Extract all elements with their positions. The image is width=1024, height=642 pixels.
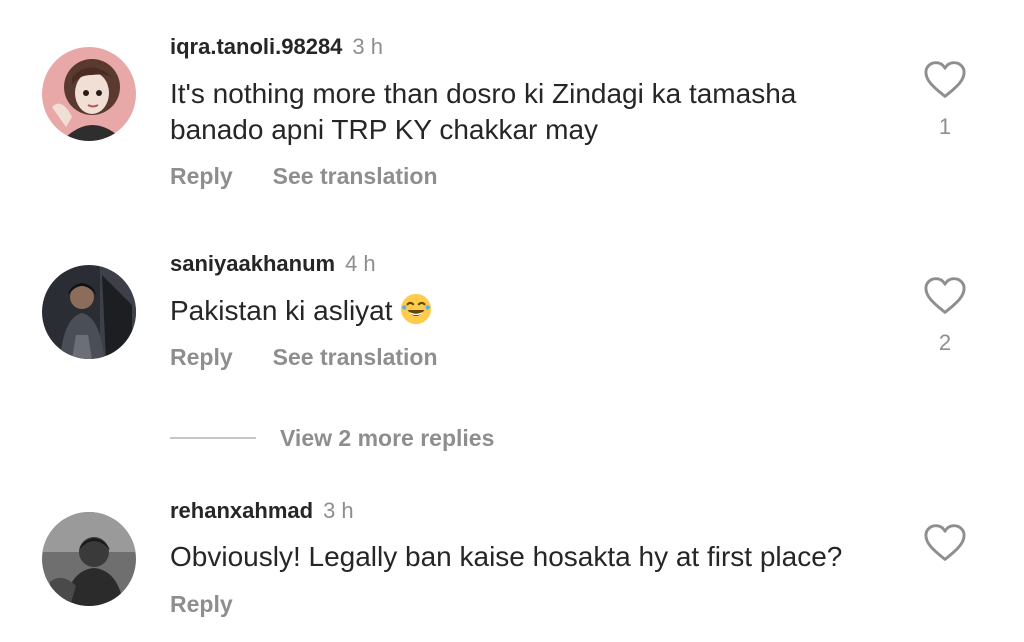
comment-text: Obviously! Legally ban kaise hosakta hy … — [170, 539, 890, 575]
username-text[interactable]: rehanxahmad — [170, 498, 313, 523]
comment-item: rehanxahmad 3 h Obviously! Legally ban ka… — [0, 0, 1024, 642]
comment-username[interactable]: rehanxahmad 3 h — [170, 498, 354, 524]
avatar[interactable] — [42, 512, 136, 606]
reply-button[interactable]: Reply — [170, 591, 233, 617]
comment-actions: Reply — [170, 591, 233, 618]
comment-timestamp: 3 h — [323, 498, 354, 523]
heart-outline-icon[interactable] — [923, 523, 967, 563]
like-control — [922, 523, 968, 563]
comment-text-content: Obviously! Legally ban kaise hosakta hy … — [170, 541, 843, 572]
avatar-photo — [42, 512, 136, 606]
